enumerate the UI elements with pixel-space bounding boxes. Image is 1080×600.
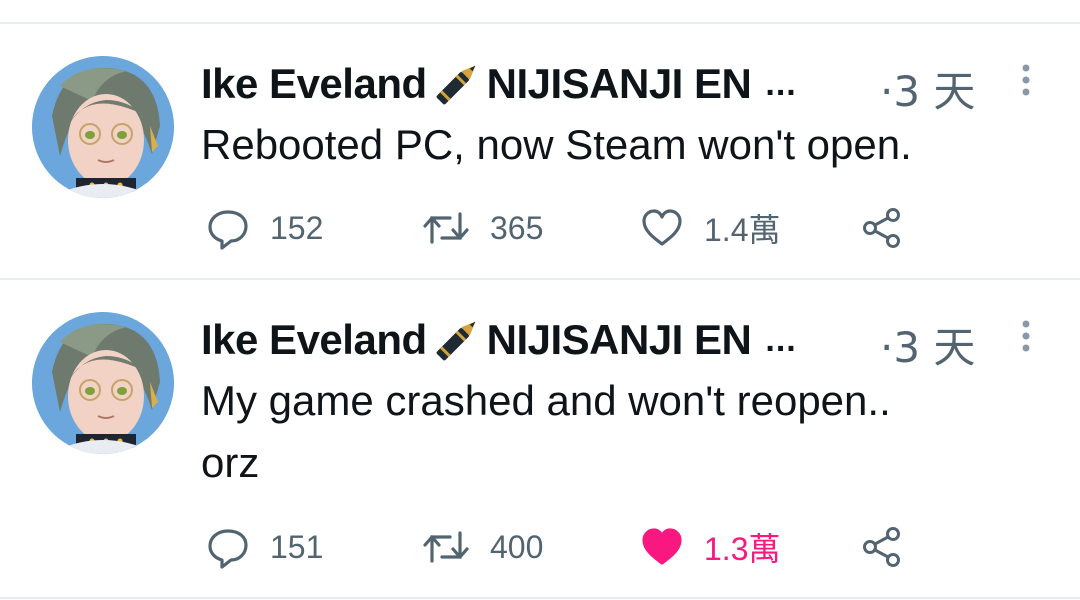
avatar-image xyxy=(32,56,174,198)
retweet-icon xyxy=(422,206,470,250)
share-icon xyxy=(860,206,904,250)
more-options-icon[interactable] xyxy=(1016,316,1036,356)
retweet-button[interactable]: 400 xyxy=(422,522,543,572)
bottom-divider xyxy=(0,597,1080,599)
avatar-image xyxy=(32,312,174,454)
more-options-icon[interactable] xyxy=(1016,60,1036,100)
tweet-divider xyxy=(0,278,1080,280)
name-truncation: ... xyxy=(765,320,797,359)
author-name-part1[interactable]: Ike Eveland xyxy=(201,60,427,108)
retweet-count: 400 xyxy=(490,528,544,565)
avatar[interactable] xyxy=(32,56,174,198)
name-truncation: ... xyxy=(765,64,797,103)
tweet-time[interactable]: ·3 天 xyxy=(880,314,975,375)
reply-icon xyxy=(206,206,250,250)
tweet-actions: 152 365 1.4萬 xyxy=(200,203,920,253)
reply-count: 152 xyxy=(270,209,324,246)
tweet-actions: 151 400 1.3萬 xyxy=(200,522,920,572)
top-divider xyxy=(0,22,1080,24)
author-name-part1[interactable]: Ike Eveland xyxy=(201,316,427,364)
retweet-button[interactable]: 365 xyxy=(422,203,543,253)
reply-icon xyxy=(206,525,250,569)
reply-button[interactable]: 152 xyxy=(206,203,323,253)
reply-count: 151 xyxy=(270,528,324,565)
tweet-text: My game crashed and won't reopen.. orz xyxy=(201,377,891,486)
like-count: 1.4萬 xyxy=(704,212,781,248)
like-count: 1.3萬 xyxy=(704,531,781,567)
author-name-part2[interactable]: NIJISANJI EN xyxy=(487,60,752,108)
retweet-count: 365 xyxy=(490,209,544,246)
tweet-text: Rebooted PC, now Steam won't open. xyxy=(201,121,912,168)
share-button[interactable] xyxy=(860,522,904,572)
share-icon xyxy=(860,525,904,569)
share-button[interactable] xyxy=(860,203,904,253)
retweet-icon xyxy=(422,525,470,569)
reply-button[interactable]: 151 xyxy=(206,522,323,572)
avatar[interactable] xyxy=(32,312,174,454)
tweet-time[interactable]: ·3 天 xyxy=(880,58,975,119)
author-name-part2[interactable]: NIJISANJI EN xyxy=(487,316,752,364)
pen-icon xyxy=(429,315,485,365)
heart-filled-icon xyxy=(640,525,684,569)
like-button[interactable]: 1.4萬 xyxy=(640,203,781,253)
like-button[interactable]: 1.3萬 xyxy=(640,522,781,572)
pen-icon xyxy=(429,59,485,109)
heart-icon xyxy=(640,206,684,250)
